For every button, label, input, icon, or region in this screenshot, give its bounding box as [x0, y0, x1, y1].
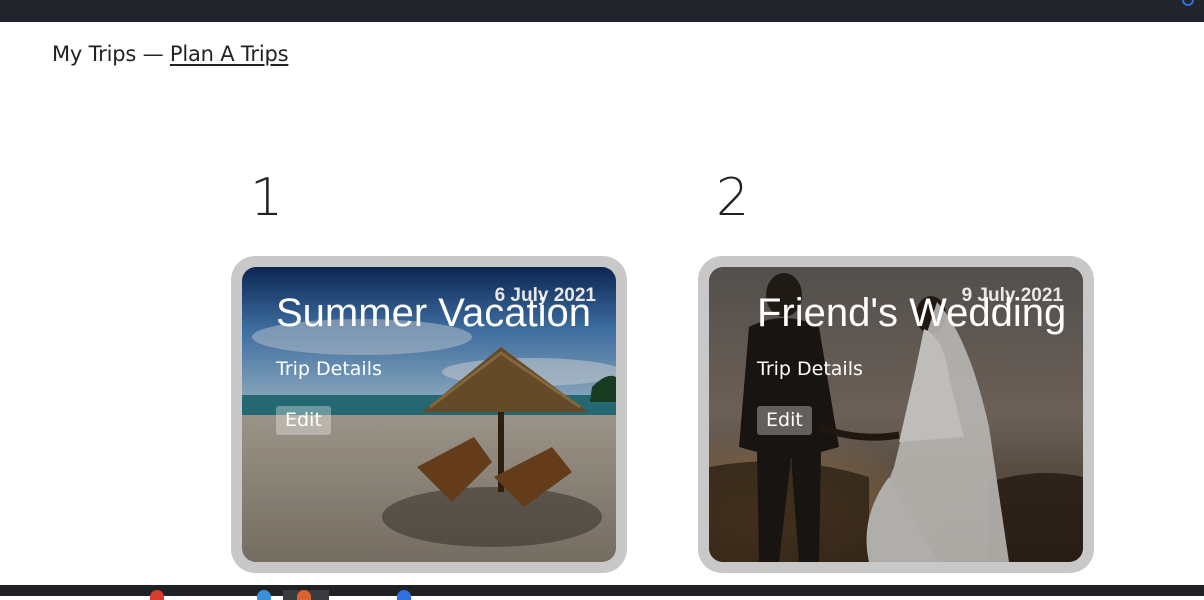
trip-title: Summer Vacation: [276, 291, 591, 335]
trip-details-link[interactable]: Trip Details: [276, 358, 382, 380]
breadcrumb: My Trips — Plan A Trips: [52, 42, 289, 66]
edit-button[interactable]: Edit: [276, 406, 331, 435]
browser-top-bar: [0, 0, 1204, 22]
edit-button[interactable]: Edit: [757, 406, 812, 435]
trip-number: 2: [716, 168, 750, 228]
taskbar-app-icon[interactable]: [397, 590, 411, 600]
plan-a-trip-link[interactable]: Plan A Trips: [170, 42, 289, 66]
trip-card[interactable]: 6 July 2021 Summer Vacation Trip Details…: [231, 256, 627, 573]
trip-card[interactable]: 9 July 2021 Friend's Wedding Trip Detail…: [698, 256, 1094, 573]
trip-number: 1: [250, 168, 284, 228]
corner-icon: [1182, 0, 1194, 6]
trip-title: Friend's Wedding: [757, 291, 1067, 335]
taskbar: [0, 585, 1204, 596]
trip-details-link[interactable]: Trip Details: [757, 358, 863, 380]
taskbar-app-icon[interactable]: [150, 590, 164, 600]
taskbar-app-icon[interactable]: [257, 590, 271, 600]
page-title: My Trips: [52, 42, 137, 66]
taskbar-app-icon[interactable]: [297, 590, 311, 600]
breadcrumb-separator: —: [142, 42, 164, 66]
trip-card-body: 6 July 2021 Summer Vacation Trip Details…: [242, 267, 616, 562]
trip-card-body: 9 July 2021 Friend's Wedding Trip Detail…: [709, 267, 1083, 562]
